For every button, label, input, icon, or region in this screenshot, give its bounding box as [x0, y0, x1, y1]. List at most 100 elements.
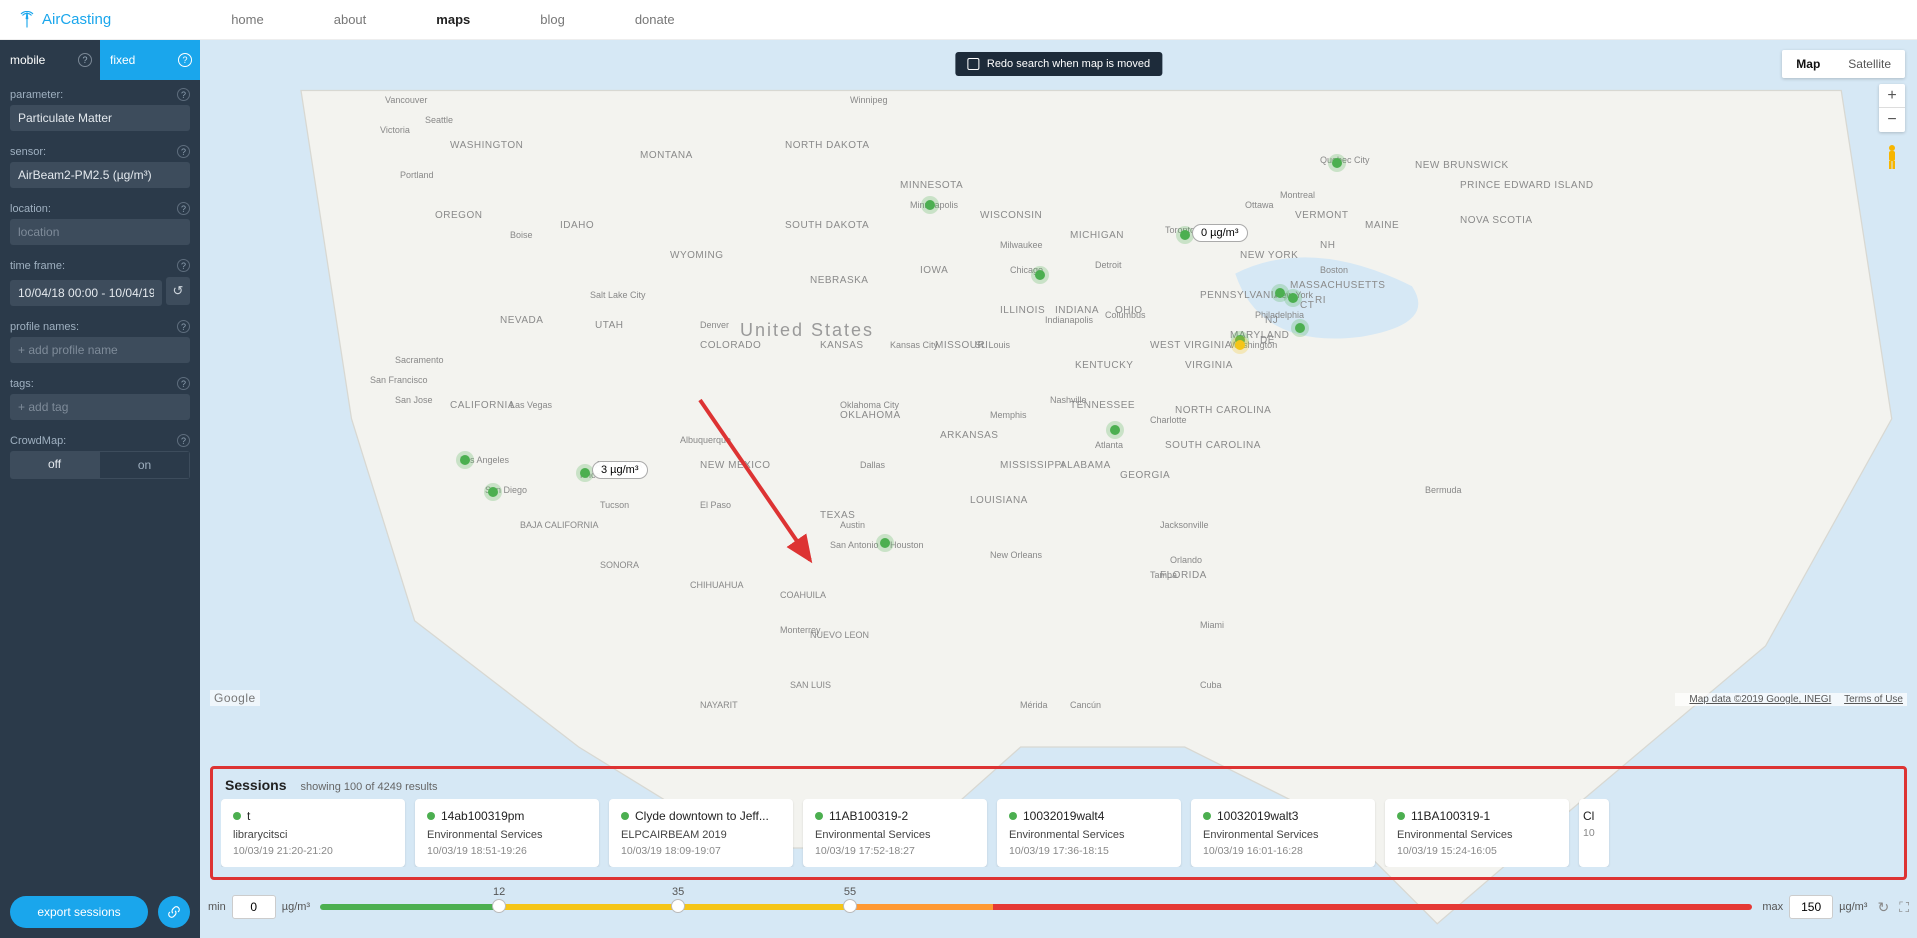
session-name: Clyde downtown to Jeff... — [635, 809, 769, 823]
terms-link[interactable]: Terms of Use — [1844, 694, 1903, 705]
parameter-input[interactable] — [10, 105, 190, 131]
marker-label: 3 µg/m³ — [592, 461, 648, 479]
tab-mobile-label: mobile — [10, 53, 45, 67]
nav-maps[interactable]: maps — [436, 12, 470, 27]
sessions-title: Sessions — [225, 777, 286, 793]
session-card[interactable]: 10032019walt4Environmental Services10/03… — [997, 799, 1181, 867]
marker[interactable] — [1295, 323, 1305, 333]
timeframe-input[interactable] — [10, 280, 162, 306]
session-time: 10/03/19 18:09-19:07 — [621, 845, 781, 857]
scale-max-input[interactable] — [1789, 895, 1833, 919]
zoom-control: + − — [1879, 84, 1905, 132]
zoom-in-button[interactable]: + — [1879, 84, 1905, 108]
marker[interactable] — [1288, 293, 1298, 303]
marker[interactable] — [1235, 340, 1245, 350]
marker[interactable] — [1035, 270, 1045, 280]
marker[interactable] — [1110, 425, 1120, 435]
checkbox-icon — [967, 58, 979, 70]
help-icon[interactable]: ? — [78, 53, 92, 67]
marker[interactable] — [1180, 230, 1190, 240]
tags-label: tags: — [10, 378, 34, 390]
help-icon[interactable]: ? — [177, 320, 190, 333]
nav-donate[interactable]: donate — [635, 12, 675, 27]
scale-knob[interactable] — [671, 899, 685, 913]
session-org: Environmental Services — [815, 829, 975, 841]
sensor-input[interactable] — [10, 162, 190, 188]
export-sessions-button[interactable]: export sessions — [10, 896, 148, 928]
brand-text: AirCasting — [42, 11, 111, 28]
pegman[interactable] — [1879, 142, 1905, 172]
tab-mobile[interactable]: mobile ? — [0, 40, 100, 80]
session-name: 11BA100319-1 — [1411, 809, 1490, 823]
map[interactable]: United States WASHINGTONOREGONIDAHOMONTA… — [200, 40, 1917, 938]
map-type-control: Map Satellite — [1782, 50, 1905, 78]
session-name: t — [247, 809, 250, 823]
scale-tick: 35 — [672, 886, 684, 898]
location-label: location: — [10, 203, 51, 215]
nav-blog[interactable]: blog — [540, 12, 565, 27]
help-icon[interactable]: ? — [177, 88, 190, 101]
marker[interactable] — [488, 487, 498, 497]
scale-knob[interactable] — [492, 899, 506, 913]
antenna-icon — [18, 11, 36, 29]
session-card[interactable]: 10032019walt3Environmental Services10/03… — [1191, 799, 1375, 867]
help-icon[interactable]: ? — [177, 202, 190, 215]
scale-max-unit: µg/m³ — [1839, 901, 1867, 913]
share-link-button[interactable] — [158, 896, 190, 928]
map-type-map[interactable]: Map — [1782, 50, 1834, 78]
redo-search-toggle[interactable]: Redo search when map is moved — [955, 52, 1162, 76]
map-type-satellite[interactable]: Satellite — [1834, 50, 1905, 78]
google-logo: Google — [210, 690, 260, 706]
help-icon[interactable]: ? — [178, 53, 192, 67]
reset-timeframe-button[interactable]: ↺ — [166, 277, 190, 305]
nav-home[interactable]: home — [231, 12, 264, 27]
session-card[interactable]: 11BA100319-1Environmental Services10/03/… — [1385, 799, 1569, 867]
brand[interactable]: AirCasting — [18, 11, 111, 29]
session-org: librarycitsci — [233, 829, 393, 841]
scale-tick: 12 — [493, 886, 505, 898]
marker[interactable] — [1275, 288, 1285, 298]
zoom-out-button[interactable]: − — [1879, 108, 1905, 132]
location-input[interactable] — [10, 219, 190, 245]
profile-input[interactable] — [10, 337, 190, 363]
reset-scale-button[interactable]: ↻ — [1877, 899, 1889, 916]
help-icon[interactable]: ? — [177, 434, 190, 447]
pegman-icon — [1883, 144, 1901, 170]
map-attribution: Map data ©2019 Google, INEGI Terms of Us… — [1675, 693, 1907, 706]
marker[interactable] — [925, 200, 935, 210]
marker-label: 0 µg/m³ — [1192, 224, 1248, 242]
sensor-label: sensor: — [10, 146, 46, 158]
session-name: 11AB100319-2 — [829, 809, 908, 823]
status-dot-icon — [1397, 812, 1405, 820]
scale-knob[interactable] — [843, 899, 857, 913]
session-card[interactable]: 11AB100319-2Environmental Services10/03/… — [803, 799, 987, 867]
redo-search-label: Redo search when map is moved — [987, 58, 1150, 70]
marker[interactable] — [880, 538, 890, 548]
scale-min-input[interactable] — [232, 895, 276, 919]
session-name: 14ab100319pm — [441, 809, 524, 823]
timeframe-label: time frame: — [10, 260, 65, 272]
tags-input[interactable] — [10, 394, 190, 420]
session-card[interactable]: 14ab100319pmEnvironmental Services10/03/… — [415, 799, 599, 867]
marker[interactable] — [460, 455, 470, 465]
attribution-text: Map data ©2019 Google, INEGI — [1689, 694, 1831, 705]
help-icon[interactable]: ? — [177, 145, 190, 158]
crowdmap-on-button[interactable]: on — [99, 451, 190, 479]
scale-min-unit: µg/m³ — [282, 901, 310, 913]
status-dot-icon — [427, 812, 435, 820]
session-card[interactable]: Cl10 — [1579, 799, 1609, 867]
tab-fixed[interactable]: fixed ? — [100, 40, 200, 80]
help-icon[interactable]: ? — [177, 259, 190, 272]
session-time: 10 — [1583, 827, 1605, 839]
marker[interactable] — [580, 468, 590, 478]
help-icon[interactable]: ? — [177, 377, 190, 390]
session-org: Environmental Services — [1203, 829, 1363, 841]
session-card[interactable]: tlibrarycitsci10/03/19 21:20-21:20 — [221, 799, 405, 867]
crowdmap-off-button[interactable]: off — [10, 451, 99, 479]
session-time: 10/03/19 18:51-19:26 — [427, 845, 587, 857]
nav-about[interactable]: about — [334, 12, 367, 27]
session-card[interactable]: Clyde downtown to Jeff...ELPCAIRBEAM 201… — [609, 799, 793, 867]
session-name: 10032019walt4 — [1023, 809, 1104, 823]
marker[interactable] — [1332, 158, 1342, 168]
expand-scale-button[interactable]: ⛶ — [1899, 899, 1909, 916]
